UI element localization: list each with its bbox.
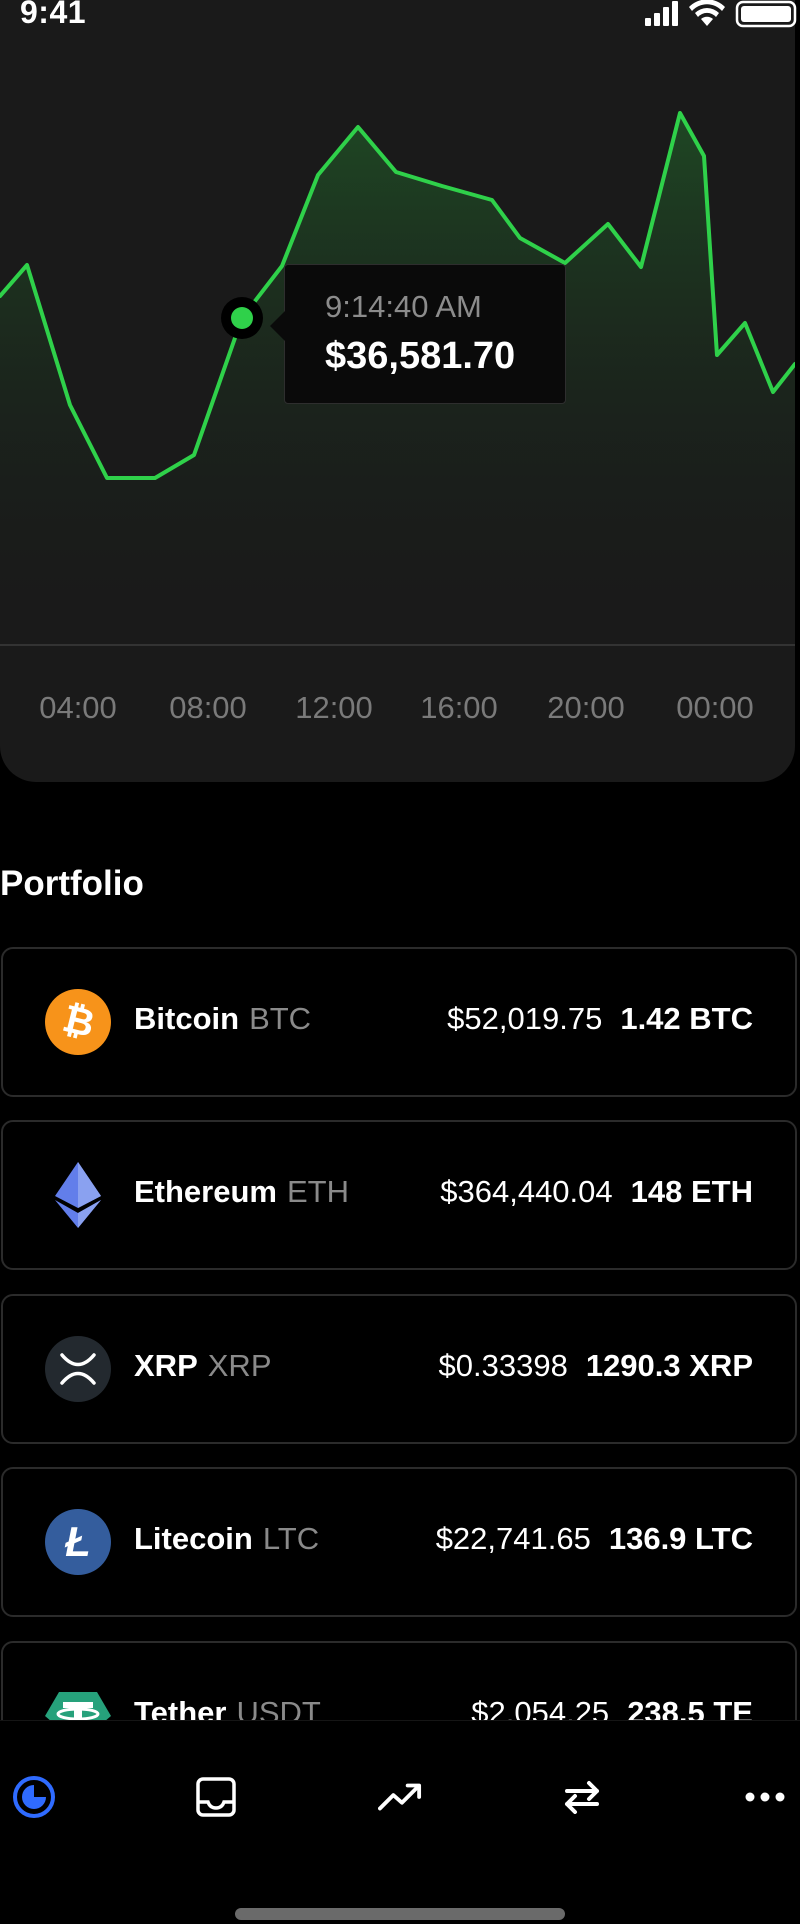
asset-value: $364,440.04 <box>440 1174 613 1209</box>
more-icon <box>745 1792 785 1802</box>
asset-name: Litecoin LTC <box>134 1521 320 1556</box>
x-axis-label: 00:00 <box>676 690 754 725</box>
asset-amounts: $364,440.04 148 ETH <box>440 1174 753 1210</box>
asset-holding: 136.9 LTC <box>608 1521 753 1556</box>
tab-portfolio[interactable] <box>12 1775 56 1819</box>
status-bar: 9:41 <box>0 0 800 34</box>
battery-icon <box>735 0 797 28</box>
asset-amounts: $52,019.75 1.42 BTC <box>447 1001 753 1037</box>
home-indicator[interactable] <box>235 1908 565 1920</box>
litecoin-icon: Ł <box>45 1509 111 1575</box>
tooltip-time: 9:14:40 AM <box>325 289 482 324</box>
x-axis-label: 12:00 <box>295 690 373 725</box>
ethereum-icon <box>45 1162 111 1228</box>
x-axis-label: 08:00 <box>169 690 247 725</box>
swap-icon <box>565 1781 599 1814</box>
signal-icon <box>645 1 678 26</box>
asset-value: $22,741.65 <box>435 1521 591 1556</box>
x-axis-label: 16:00 <box>420 690 498 725</box>
asset-value: $52,019.75 <box>447 1001 603 1036</box>
x-axis-label: 20:00 <box>547 690 625 725</box>
asset-name: Bitcoin BTC <box>134 1001 312 1036</box>
asset-symbol: XRP <box>207 1348 272 1383</box>
asset-row-xrp[interactable]: XRP XRP $0.33398 1290.3 XRP <box>1 1294 797 1444</box>
inbox-icon <box>196 1777 236 1817</box>
price-chart-card: 9:14:40 AM $36,581.70 04:00 08:00 12:00 … <box>0 0 795 782</box>
tab-trending[interactable] <box>378 1775 422 1819</box>
asset-row-bitcoin[interactable]: ₿ Bitcoin BTC $52,019.75 1.42 BTC <box>1 947 797 1097</box>
portfolio-icon <box>13 1776 55 1818</box>
trending-icon <box>378 1783 422 1811</box>
tab-bar <box>0 1720 800 1924</box>
wifi-icon <box>689 0 725 26</box>
bitcoin-icon: ₿ <box>45 989 111 1055</box>
asset-holding: 1290.3 XRP <box>585 1348 753 1383</box>
asset-row-ethereum[interactable]: Ethereum ETH $364,440.04 148 ETH <box>1 1120 797 1270</box>
asset-symbol: LTC <box>262 1521 320 1556</box>
asset-value: $0.33398 <box>438 1348 568 1383</box>
asset-amounts: $0.33398 1290.3 XRP <box>439 1348 753 1384</box>
tab-inbox[interactable] <box>194 1775 238 1819</box>
xrp-icon <box>45 1336 111 1402</box>
asset-amounts: $22,741.65 136.9 LTC <box>436 1521 753 1557</box>
tab-swap[interactable] <box>560 1775 604 1819</box>
asset-symbol: BTC <box>249 1001 312 1036</box>
tooltip-price: $36,581.70 <box>325 335 516 377</box>
status-icons <box>645 0 797 28</box>
asset-holding: 148 ETH <box>630 1174 753 1209</box>
price-tooltip: 9:14:40 AM $36,581.70 <box>270 264 566 404</box>
asset-symbol: ETH <box>286 1174 349 1209</box>
x-axis-label: 04:00 <box>39 690 117 725</box>
asset-holding: 1.42 BTC <box>620 1001 753 1036</box>
asset-name: Ethereum ETH <box>134 1174 349 1209</box>
asset-row-litecoin[interactable]: Ł Litecoin LTC $22,741.65 136.9 LTC <box>1 1467 797 1617</box>
portfolio-title: Portfolio <box>0 864 144 903</box>
tab-more[interactable] <box>743 1775 787 1819</box>
status-time: 9:41 <box>20 0 87 30</box>
asset-name: XRP XRP <box>134 1348 272 1383</box>
